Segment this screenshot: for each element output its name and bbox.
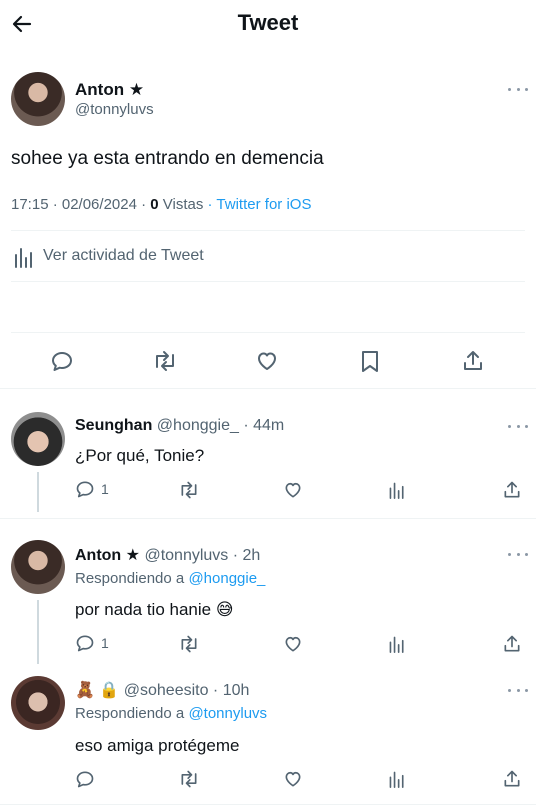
views-icon[interactable] xyxy=(388,634,406,654)
reply-icon[interactable] xyxy=(75,769,95,789)
thread-line xyxy=(37,600,39,664)
reply-button[interactable]: 1 xyxy=(75,479,109,499)
tweet-timestamp: 17:15 · 02/06/2024 · xyxy=(11,196,151,213)
reply-handle[interactable]: @tonnyluvs xyxy=(144,547,228,564)
reply-time: · 10h xyxy=(208,682,250,699)
share-icon[interactable] xyxy=(502,634,522,654)
reply-text: eso amiga protégeme xyxy=(75,736,240,755)
like-icon[interactable] xyxy=(283,769,303,789)
replying-to: Respondiendo a @honggie_ xyxy=(75,570,265,587)
avatar[interactable] xyxy=(11,412,65,466)
share-icon[interactable] xyxy=(502,480,522,500)
divider xyxy=(11,332,525,333)
divider xyxy=(0,804,536,805)
tweet-activity-link[interactable]: Ver actividad de Tweet xyxy=(43,247,204,265)
tweet-meta: 17:15 · 02/06/2024 · 0 Vistas · Twitter … xyxy=(11,196,311,213)
thread-line xyxy=(37,472,39,512)
reply-author-name[interactable]: Anton ★ xyxy=(75,547,140,564)
tweet-text: sohee ya esta entrando en demencia xyxy=(11,148,324,169)
page-title: Tweet xyxy=(237,10,299,35)
reply-icon xyxy=(75,633,95,653)
views-count: 0 xyxy=(150,196,159,213)
more-options-icon[interactable] xyxy=(508,684,528,696)
reply-text: ¿Por qué, Tonie? xyxy=(75,446,205,465)
divider xyxy=(0,388,536,389)
reply-icon xyxy=(75,479,95,499)
views-label: Vistas xyxy=(158,196,204,213)
retweet-icon[interactable] xyxy=(178,480,200,500)
views-icon[interactable] xyxy=(388,480,406,500)
replying-to: Respondiendo a @tonnyluvs xyxy=(75,705,267,722)
reply-text: por nada tio hanie 😅 xyxy=(75,600,234,620)
lock-icon: 🔒 xyxy=(99,682,120,699)
bookmark-icon[interactable] xyxy=(359,349,381,373)
reply-count: 1 xyxy=(101,481,109,497)
retweet-icon[interactable] xyxy=(178,634,200,654)
like-icon[interactable] xyxy=(283,480,303,500)
reply-time: · 2h xyxy=(228,547,261,564)
reply-header: Seunghan @honggie_ · 44m xyxy=(75,417,284,435)
reply-time: · 44m xyxy=(238,417,285,434)
share-icon[interactable] xyxy=(461,349,485,373)
reply-author-name[interactable]: Seunghan xyxy=(75,417,152,434)
mention-link[interactable]: @tonnyluvs xyxy=(188,705,267,722)
retweet-icon[interactable] xyxy=(178,769,200,789)
views-icon[interactable] xyxy=(388,769,406,789)
reply-handle[interactable]: @honggie_ xyxy=(157,417,239,434)
more-options-icon[interactable] xyxy=(508,420,528,432)
reply-button[interactable]: 1 xyxy=(75,633,109,653)
analytics-icon xyxy=(13,246,35,268)
divider xyxy=(0,518,536,519)
reply-count: 1 xyxy=(101,635,109,651)
reply-text-content: por nada tio hanie xyxy=(75,600,212,619)
reply-header: 🧸 🔒 @soheesito · 10h xyxy=(75,680,249,700)
retweet-icon[interactable] xyxy=(152,349,178,373)
divider xyxy=(11,230,525,231)
avatar[interactable] xyxy=(11,540,65,594)
avatar[interactable] xyxy=(11,676,65,730)
author-handle[interactable]: @tonnyluvs xyxy=(75,101,154,118)
more-options-icon[interactable] xyxy=(508,83,528,95)
reply-handle[interactable]: @soheesito xyxy=(124,682,209,699)
source-link[interactable]: · Twitter for iOS xyxy=(203,196,312,213)
reply-icon[interactable] xyxy=(50,349,74,373)
share-icon[interactable] xyxy=(502,769,522,789)
replying-to-prefix: Respondiendo a xyxy=(75,705,189,722)
replying-to-prefix: Respondiendo a xyxy=(75,570,189,587)
teddy-bear-emoji[interactable]: 🧸 xyxy=(75,682,95,699)
author-name[interactable]: Anton ★ xyxy=(75,80,144,100)
more-options-icon[interactable] xyxy=(508,548,528,560)
reply-header: Anton ★ @tonnyluvs · 2h xyxy=(75,545,260,565)
like-icon[interactable] xyxy=(283,634,303,654)
like-icon[interactable] xyxy=(255,349,279,373)
divider xyxy=(11,281,525,282)
sweat-smile-emoji: 😅 xyxy=(215,600,234,619)
avatar[interactable] xyxy=(11,72,65,126)
mention-link[interactable]: @honggie_ xyxy=(188,570,265,587)
